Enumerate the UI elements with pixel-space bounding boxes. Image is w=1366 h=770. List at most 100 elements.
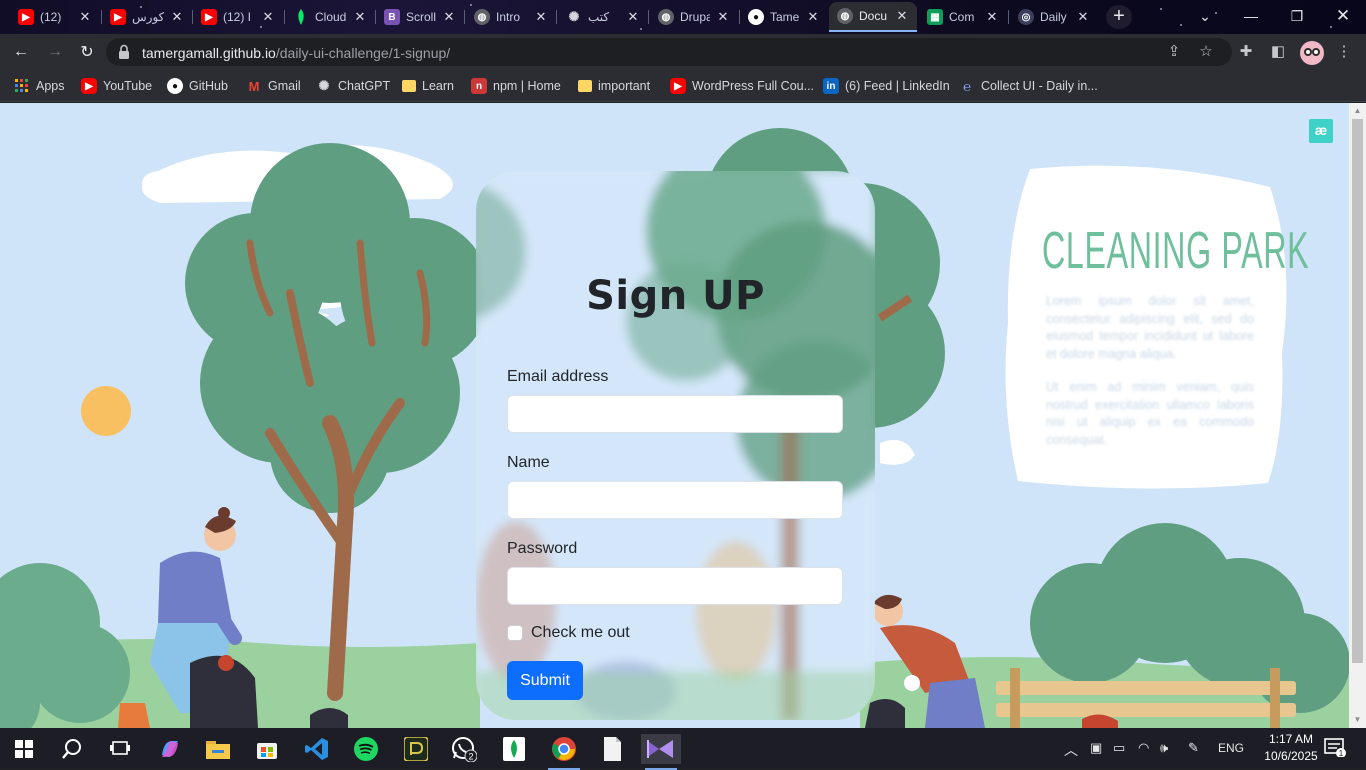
mongodb-compass-icon[interactable] (494, 734, 534, 764)
tab-youtube-3[interactable]: ▶ (12) I ✕ (193, 2, 283, 32)
bookmark-label: WordPress Full Cou... (692, 79, 815, 93)
scrollbar-thumb[interactable] (1352, 119, 1363, 663)
whatsapp-icon[interactable]: 2 (444, 734, 484, 764)
battery-icon[interactable]: ▭ (1113, 740, 1125, 756)
system-clock[interactable]: 1:17 AM 10/6/2025 (1256, 731, 1326, 765)
bookmark-youtube[interactable]: ▶ YouTube (81, 76, 152, 96)
bookmark-github[interactable]: ● GitHub (167, 76, 228, 96)
forward-button[interactable]: → (42, 40, 68, 64)
close-tab-icon[interactable]: ✕ (1076, 9, 1090, 25)
tab-drupal[interactable]: ◍ Drupal ✕ (650, 2, 738, 32)
name-field[interactable] (507, 481, 843, 519)
notepad-icon[interactable] (592, 734, 632, 764)
vscode-icon[interactable] (297, 734, 337, 764)
side-panel-icon[interactable]: ◧ (1268, 42, 1288, 62)
address-bar[interactable]: tamergamall.github.io/daily-ui-challenge… (106, 38, 1232, 66)
password-field[interactable] (507, 567, 843, 605)
notifications-icon[interactable]: 1 (1324, 737, 1346, 760)
close-tab-icon[interactable]: ✕ (716, 9, 730, 25)
profile-avatar[interactable] (1300, 41, 1324, 65)
tab-intro[interactable]: ◍ Intro ✕ (466, 2, 556, 32)
close-tab-icon[interactable]: ✕ (626, 9, 640, 25)
close-tab-icon[interactable]: ✕ (806, 9, 820, 25)
pen-icon[interactable]: ✎ (1188, 740, 1199, 756)
visual-studio-icon[interactable] (641, 734, 681, 770)
spotify-icon[interactable] (346, 734, 386, 764)
youtube-icon: ▶ (18, 9, 34, 25)
wifi-icon[interactable]: ◠ (1138, 740, 1149, 756)
close-tab-icon[interactable]: ✕ (261, 9, 275, 25)
bookmark-chatgpt[interactable]: ✺ ChatGPT (316, 76, 391, 96)
clock-date: 10/6/2025 (1264, 749, 1318, 763)
bookmark-gmail[interactable]: M Gmail (246, 76, 301, 96)
tab-chatgpt[interactable]: ✺ كتب ✕ (558, 2, 648, 32)
linkedin-icon: in (823, 78, 839, 94)
close-tab-icon[interactable]: ✕ (353, 9, 367, 25)
tab-title: Scroll (406, 10, 436, 24)
scroll-up-arrow-icon[interactable]: ▲ (1353, 106, 1362, 115)
show-hidden-icons-chevron-icon[interactable]: ︿ (1064, 740, 1078, 760)
volume-icon[interactable]: 🕪 (1160, 740, 1168, 756)
close-tab-icon[interactable]: ✕ (895, 8, 909, 24)
bookmark-linkedin[interactable]: in (6) Feed | LinkedIn (823, 76, 950, 96)
bookmark-label: GitHub (189, 79, 228, 93)
extensions-puzzle-icon[interactable]: ✚ (1236, 42, 1256, 62)
email-label: Email address (507, 368, 609, 385)
tab-youtube-1[interactable]: ▶ (12) ✕ (10, 2, 100, 32)
ae-logo-badge[interactable]: æ (1309, 119, 1333, 143)
close-tab-icon[interactable]: ✕ (442, 9, 456, 25)
tab-docu-active[interactable]: ◍ Docu ✕ (829, 2, 917, 32)
tab-daily[interactable]: ◎ Daily ✕ (1010, 2, 1098, 32)
clock-time: 1:17 AM (1268, 732, 1314, 746)
submit-button[interactable]: Submit (507, 661, 583, 700)
app-icon[interactable] (396, 734, 436, 764)
tab-bootstrap[interactable]: B Scroll ✕ (376, 2, 464, 32)
share-icon[interactable]: ⇪ (1164, 42, 1184, 62)
page-scrollbar[interactable]: ▲ ▼ (1349, 103, 1366, 728)
close-tab-icon[interactable]: ✕ (534, 9, 548, 25)
store-icon[interactable] (247, 734, 287, 764)
close-tab-icon[interactable]: ✕ (170, 9, 184, 25)
copilot-icon[interactable] (150, 734, 190, 764)
search-icon[interactable] (52, 734, 92, 764)
bookmark-npm[interactable]: n npm | Home (471, 76, 561, 96)
url-text[interactable]: tamergamall.github.io/daily-ui-challenge… (142, 45, 450, 61)
bookmark-label: Collect UI - Daily in... (981, 79, 1098, 93)
tab-search-chevron-icon[interactable]: ⌄ (1182, 0, 1228, 32)
tab-youtube-2[interactable]: ▶ كورس ✕ (102, 2, 192, 32)
close-window-button[interactable]: ✕ (1320, 0, 1366, 32)
bookmark-folder-important[interactable]: important (578, 76, 650, 96)
language-indicator[interactable]: ENG (1218, 741, 1244, 755)
lock-icon[interactable] (118, 44, 130, 60)
start-icon[interactable] (4, 734, 44, 764)
close-tab-icon[interactable]: ✕ (78, 9, 92, 25)
bookmark-apps[interactable]: Apps (14, 76, 65, 96)
minimize-button[interactable]: — (1228, 0, 1274, 32)
url-domain: tamergamall.github.io (142, 45, 276, 61)
bookmark-folder-learn[interactable]: Learn (402, 76, 454, 96)
github-icon: ● (167, 78, 183, 94)
new-tab-button[interactable]: + (1106, 5, 1132, 29)
check-me-out-checkbox[interactable] (507, 625, 523, 641)
check-me-out-label[interactable]: Check me out (531, 624, 630, 642)
back-button[interactable]: ← (8, 40, 34, 64)
restore-button[interactable]: ❐ (1274, 0, 1320, 32)
bookmark-star-icon[interactable]: ☆ (1196, 42, 1216, 62)
tab-mongodb-cloud[interactable]: Cloud ✕ (285, 2, 375, 32)
file-explorer-icon[interactable] (198, 734, 238, 764)
menu-dots-icon[interactable]: ⋮ (1334, 42, 1354, 62)
scroll-down-arrow-icon[interactable]: ▼ (1353, 715, 1362, 724)
task-view-icon[interactable] (100, 734, 140, 764)
reload-button[interactable]: ↻ (74, 40, 100, 64)
chrome-icon[interactable] (544, 734, 584, 770)
meet-now-icon[interactable]: ▣ (1090, 740, 1102, 756)
name-label: Name (507, 454, 550, 471)
dribbble-icon: ◎ (1018, 9, 1034, 25)
close-tab-icon[interactable]: ✕ (985, 9, 999, 25)
bookmark-wordpress-course[interactable]: ▶ WordPress Full Cou... (670, 76, 814, 96)
bookmark-collect-ui[interactable]: ℮ Collect UI - Daily in... (959, 76, 1098, 96)
tab-github[interactable]: ● Tamer ✕ (740, 2, 828, 32)
email-field[interactable] (507, 395, 843, 433)
signup-card: Sign UP Email address Name Password Chec… (476, 171, 875, 720)
tab-sheets[interactable]: ▦ Com ✕ (919, 2, 1007, 32)
